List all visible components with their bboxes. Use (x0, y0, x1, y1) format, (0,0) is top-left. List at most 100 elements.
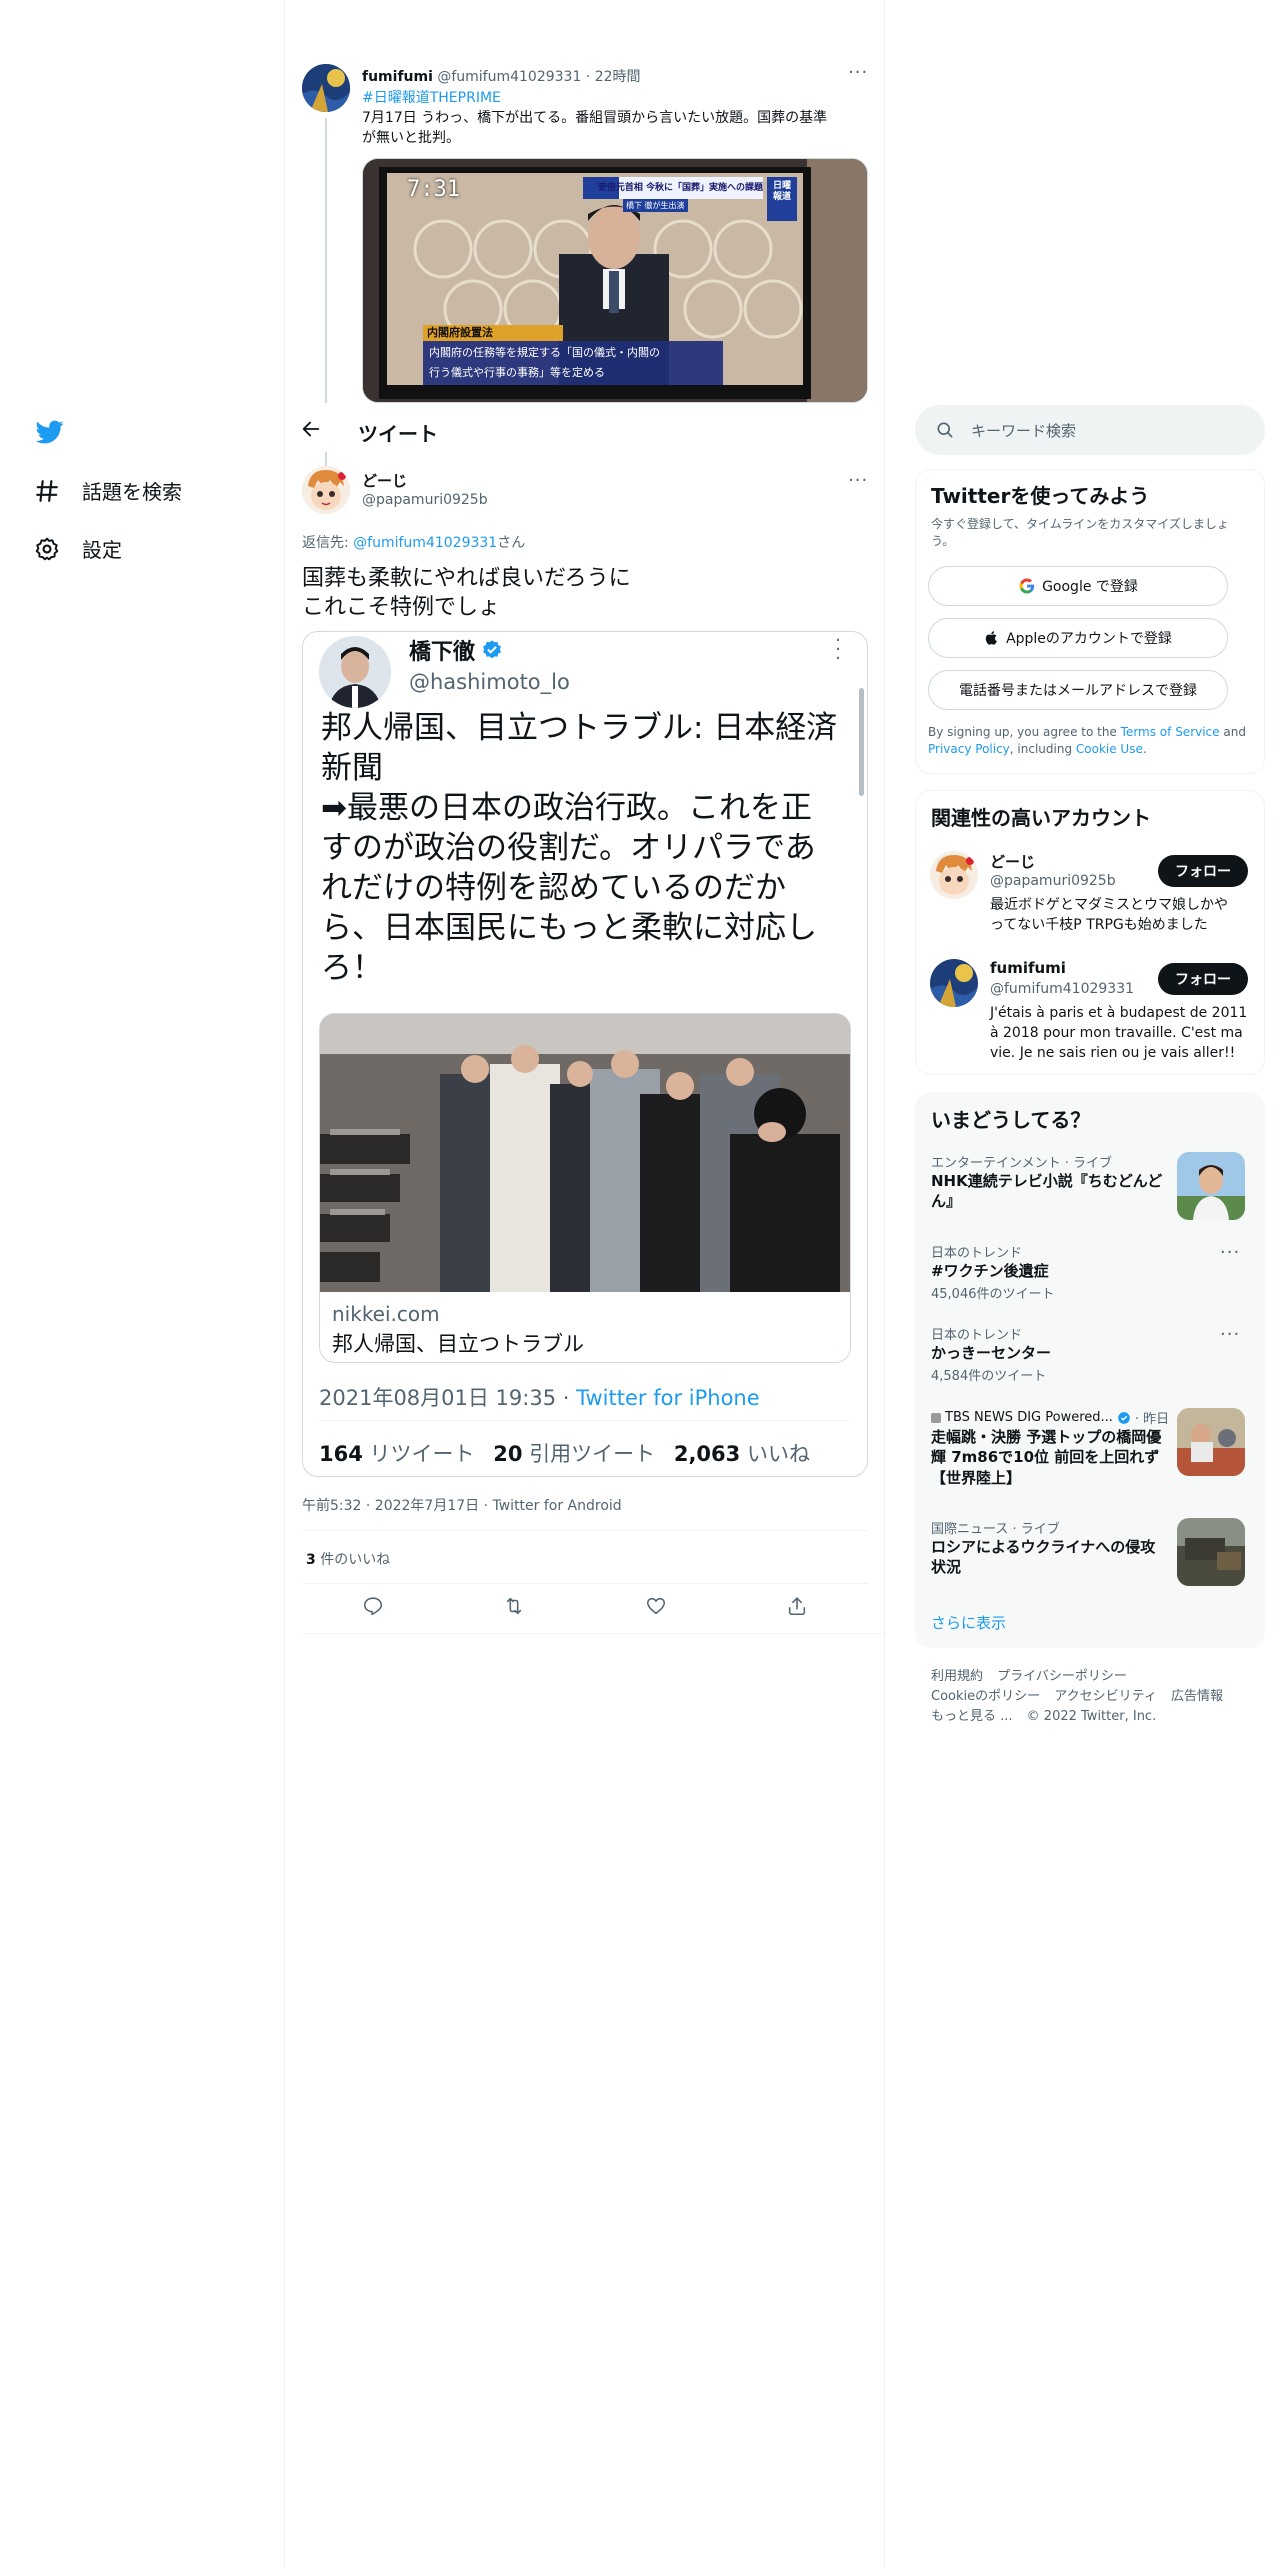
search-icon (937, 422, 953, 438)
embedded-like-count[interactable]: 2,063 (674, 1442, 740, 1466)
cookie-link[interactable]: Cookie Use (1076, 742, 1143, 756)
embedded-meta: 2021年08月01日 19:35 · Twitter for iPhone (319, 1386, 760, 1410)
more-options-icon[interactable]: ··· (848, 62, 868, 83)
trend-item[interactable]: 日本のトレンド かっきーセンター 4,584件のツイート (931, 1324, 1251, 1384)
footer-link[interactable]: Cookieのポリシー (931, 1689, 1040, 1704)
footer-more-link[interactable]: もっと見る ... (931, 1709, 1013, 1724)
verified-badge-icon (1118, 1411, 1130, 1424)
page-title: ツイート (358, 422, 438, 446)
likes-summary[interactable]: 3 件のいいね (306, 1549, 390, 1569)
twitter-logo-icon[interactable] (34, 418, 66, 446)
signup-legal: By signing up, you agree to the Terms of… (928, 725, 1246, 756)
trend-more-icon[interactable]: ··· (1220, 1242, 1240, 1263)
tv-caption: 内閣府の任務等を規定する「国の儀式・内閣の 行う儀式や行事の事務」等を定める (429, 346, 660, 379)
vertical-more-icon[interactable]: · · · (833, 632, 843, 668)
tv-law-title: 内閣府設置法 (427, 326, 493, 339)
avatar[interactable] (302, 64, 350, 112)
display-name[interactable]: fumifumi (362, 69, 433, 85)
retweet-count[interactable]: 164 (319, 1442, 363, 1466)
avatar[interactable] (930, 851, 978, 899)
thread-line (325, 118, 327, 403)
parent-tweet-text: 7月17日 うわっ、橋下が出てる。番組冒頭から言いたい放題。国葬の基準 が無いと… (362, 110, 828, 146)
scrollbar[interactable] (859, 688, 864, 796)
relevant-accounts-panel: 関連性の高いアカウント どーじ @papamuri0925b フォロー 最近ボド… (915, 790, 1265, 1075)
account-handle[interactable]: @papamuri0925b (990, 873, 1116, 889)
display-name[interactable]: どーじ (362, 470, 407, 491)
tweet-photo[interactable]: 7:31 安倍元首相 今秋に「国葬」実施への課題 橋下 徹が生出演 日曜報道 内… (362, 158, 868, 403)
tweet-meta: 午前5:32 · 2022年7月17日 · Twitter for Androi… (302, 1498, 622, 1514)
reply-icon[interactable] (362, 1595, 384, 1621)
retweet-icon[interactable] (503, 1595, 525, 1621)
nav-explore[interactable]: 話題を検索 (34, 476, 182, 505)
parent-tweet-header: fumifumi @fumifum41029331 · 22時間 (362, 66, 641, 86)
trend-more-icon[interactable]: ··· (1220, 1324, 1240, 1345)
divider (302, 1633, 884, 1634)
footer-link[interactable]: 広告情報 (1171, 1689, 1223, 1704)
news-source-icon (931, 1412, 941, 1423)
gear-icon (35, 537, 59, 560)
left-divider (284, 0, 285, 2568)
search-input[interactable]: キーワード検索 (971, 420, 1076, 441)
embedded-tweet[interactable]: 橋下徹 @hashimoto_lo · · · 邦人帰国、目立つトラブル: 日本経済… (302, 631, 868, 1477)
signup-title: Twitterを使ってみよう (931, 484, 1150, 508)
trends-panel: いまどうしてる？ エンターテインメント · ライブ NHK連続テレビ小説『ちむど… (915, 1092, 1265, 1648)
show-more-link[interactable]: さらに表示 (931, 1612, 1006, 1633)
trend-item[interactable]: 日本のトレンド #ワクチン後遺症 45,046件のツイート (931, 1242, 1251, 1302)
tv-banner-top: 安倍元首相 今秋に「国葬」実施への課題 (597, 183, 763, 193)
signup-subtitle: 今すぐ登録して、タイムラインをカスタマイズしましょ う。 (931, 517, 1229, 548)
trend-item[interactable]: 国際ニュース · ライブ ロシアによるウクライナへの侵攻 状況 (931, 1518, 1171, 1578)
timestamp[interactable]: 22時間 (595, 69, 641, 85)
signup-panel: Twitterを使ってみよう 今すぐ登録して、タイムラインをカスタマイズしましょ… (915, 469, 1265, 774)
terms-link[interactable]: Terms of Service (1121, 725, 1220, 739)
reply-context: 返信先: @fumifum41029331さん (302, 535, 526, 551)
divider (302, 1530, 868, 1531)
avatar[interactable] (930, 959, 978, 1007)
google-signup-button[interactable]: Google で登録 (928, 566, 1228, 606)
trend-item[interactable]: TBS NEWS DIG Powered... · 昨日 走幅跳・決勝 予選トッ… (931, 1408, 1171, 1488)
link-card-image (320, 1014, 850, 1292)
avatar[interactable] (302, 466, 350, 514)
footer-link[interactable]: 利用規約 (931, 1669, 983, 1684)
account-bio: 最近ボドゲとマダミスとウマ娘しかや ってない千枝P TRPGも始めました (990, 897, 1228, 933)
link-card[interactable]: nikkei.com 邦人帰国、目立つトラブル (319, 1013, 851, 1363)
account-handle[interactable]: @fumifum41029331 (990, 981, 1134, 997)
apple-signup-button[interactable]: Appleのアカウントで登録 (928, 618, 1228, 658)
embedded-handle[interactable]: @hashimoto_lo (409, 670, 570, 694)
embedded-text: 邦人帰国、目立つトラブル: 日本経済 新聞 ➡最悪の日本の政治行政。これを正 す… (321, 710, 838, 986)
embedded-source[interactable]: Twitter for iPhone (576, 1386, 760, 1410)
account-name[interactable]: fumifumi (990, 959, 1066, 977)
tv-logo: 日曜報道 (772, 181, 791, 202)
footer-links: 利用規約 プライバシーポリシー Cookieのポリシー アクセシビリティ 広告情… (931, 1667, 1223, 1727)
embedded-date[interactable]: 2021年08月01日 19:35 (319, 1386, 556, 1410)
nav-settings[interactable]: 設定 (34, 534, 122, 563)
like-icon[interactable] (645, 1595, 667, 1621)
divider (319, 1420, 851, 1421)
follow-button[interactable]: フォロー (1158, 963, 1248, 995)
trend-thumbnail (1177, 1518, 1245, 1586)
quote-count[interactable]: 20 (493, 1442, 522, 1466)
footer-link[interactable]: プライバシーポリシー (997, 1669, 1127, 1684)
handle[interactable]: @papamuri0925b (362, 492, 488, 508)
share-icon[interactable] (786, 1595, 808, 1621)
relevant-title: 関連性の高いアカウント (931, 806, 1151, 830)
trends-title: いまどうしてる？ (931, 1108, 1091, 1132)
back-arrow-icon[interactable] (300, 418, 324, 442)
embedded-stats: 164 リツイート 20 引用ツイート 2,063 いいね (319, 1442, 810, 1466)
apple-icon (985, 631, 997, 645)
follow-button[interactable]: フォロー (1158, 855, 1248, 887)
hashtag-link[interactable]: #日曜報道THEPRIME (362, 87, 501, 107)
tv-banner-sub: 橋下 徹が生出演 (623, 199, 688, 212)
search-box[interactable]: キーワード検索 (915, 405, 1265, 455)
avatar[interactable] (319, 636, 391, 708)
phone-email-signup-button[interactable]: 電話番号またはメールアドレスで登録 (928, 670, 1228, 710)
handle[interactable]: @fumifum41029331 (437, 69, 581, 85)
more-options-icon[interactable]: ··· (848, 470, 868, 491)
embedded-name[interactable]: 橋下徹 (409, 634, 475, 666)
reply-handle-link[interactable]: @fumifum41029331 (353, 535, 497, 551)
account-name[interactable]: どーじ (990, 851, 1035, 872)
link-title: 邦人帰国、目立つトラブル (332, 1332, 584, 1356)
verified-badge-icon (483, 640, 501, 659)
footer-link[interactable]: アクセシビリティ (1054, 1689, 1157, 1704)
privacy-link[interactable]: Privacy Policy (928, 742, 1010, 756)
embedded-author: 橋下徹 (409, 634, 503, 666)
